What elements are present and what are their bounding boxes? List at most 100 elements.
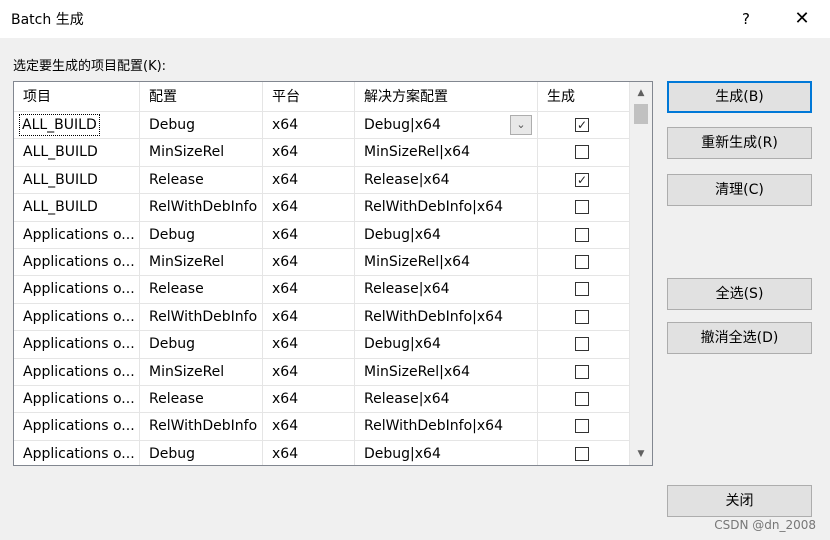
table-row[interactable]: Applications o... MinSizeRel x64 MinSizeRel… [14,248,630,277]
solution-config-cell-text: Debug|x64 [364,117,441,133]
config-cell: Release [140,385,263,414]
table-row[interactable]: Applications o... RelWithDebInfo x64 RelWit… [14,303,630,332]
platform-cell: x64 [263,413,355,441]
table-row[interactable]: Applications o... MinSizeRel x64 MinSizeRel… [14,358,630,386]
build-checkbox[interactable] [575,282,589,297]
build-checkbox[interactable]: ✓ [575,172,589,187]
project-cell: Applications o... [14,440,140,465]
table-row[interactable]: Applications o... Debug x64 Debug|x64 [14,221,630,249]
project-cell: ALL_BUILD [14,139,140,167]
build-checkbox[interactable] [575,446,589,461]
build-checkbox[interactable] [575,337,589,352]
solution-config-cell[interactable]: MinSizeRel|x64 [355,248,538,277]
column-header-project[interactable]: 项目 [14,82,140,112]
solution-config-cell-text: RelWithDebInfo|x64 [364,199,503,216]
scroll-up-icon[interactable]: ▲ [630,84,652,102]
build-cell [538,248,630,277]
platform-cell-text: x64 [272,281,299,298]
solution-config-cell[interactable]: Release|x64 [355,166,538,195]
config-cell-text: MinSizeRel [149,253,225,270]
solution-config-cell[interactable]: RelWithDebInfo|x64 [355,194,538,222]
select-all-button[interactable]: 全选(S) [667,278,812,310]
platform-cell-text: x64 [272,117,299,133]
project-cell: Applications o... [14,276,140,304]
build-checkbox[interactable] [575,419,589,434]
build-checkbox[interactable] [575,254,589,269]
solution-config-cell-text: Release|x64 [364,390,450,407]
column-header-config[interactable]: 配置 [140,82,263,112]
project-cell-text: ALL_BUILD [23,199,98,216]
scrollbar-thumb[interactable] [634,104,648,124]
deselect-all-button[interactable]: 撤消全选(D) [667,322,812,354]
table-row[interactable]: Applications o... Release x64 Release|x64 [14,385,630,414]
close-button[interactable]: 关闭 [667,485,812,517]
build-checkbox[interactable]: ✓ [575,118,589,132]
build-cell [538,358,630,386]
config-cell: MinSizeRel [140,139,263,167]
table-row[interactable]: Applications o... RelWithDebInfo x64 RelWit… [14,413,630,441]
table-row[interactable]: Applications o... Release x64 Release|x64 [14,276,630,304]
project-cell: Applications o... [14,413,140,441]
solution-config-cell[interactable]: Debug|x64 [355,221,538,249]
solution-config-cell[interactable]: RelWithDebInfo|x64 [355,303,538,332]
config-cell-text: Release [149,390,204,407]
column-header-build[interactable]: 生成 [538,82,630,112]
config-cell-text: Debug [149,117,196,133]
build-checkbox[interactable] [575,391,589,406]
build-checkbox[interactable] [575,145,589,160]
solution-config-cell[interactable]: Debug|x64 [355,440,538,465]
solution-config-cell[interactable]: MinSizeRel|x64 [355,358,538,386]
solution-config-cell[interactable]: Debug|x64 ⌄ [355,112,538,140]
solution-config-cell[interactable]: Release|x64 [355,385,538,414]
chevron-down-icon[interactable]: ⌄ [510,115,532,135]
config-cell: Debug [140,331,263,359]
close-window-button[interactable]: ✕ [784,4,820,34]
project-cell: Applications o... [14,303,140,332]
project-cell: Applications o... [14,385,140,414]
platform-cell: x64 [263,139,355,167]
build-cell [538,303,630,332]
help-button[interactable]: ? [728,4,764,34]
config-cell: MinSizeRel [140,248,263,277]
column-header-solution-config[interactable]: 解决方案配置 [355,82,538,112]
project-cell-text: Applications o... [23,281,135,298]
window-title: Batch 生成 [11,12,84,28]
table-row[interactable]: Applications o... Debug x64 Debug|x64 [14,331,630,359]
config-cell: Debug [140,440,263,465]
solution-config-cell-text: MinSizeRel|x64 [364,144,470,161]
platform-cell-text: x64 [272,171,299,188]
title-bar: Batch 生成 ? ✕ [0,0,830,38]
platform-cell-text: x64 [272,445,299,462]
solution-config-cell-text: Debug|x64 [364,336,441,353]
column-header-platform[interactable]: 平台 [263,82,355,112]
solution-config-cell[interactable]: Release|x64 [355,276,538,304]
table-row[interactable]: ALL_BUILD Release x64 Release|x64 ✓ [14,166,630,195]
platform-cell: x64 [263,166,355,195]
table-row[interactable]: ALL_BUILD Debug x64 Debug|x64 ⌄ ✓ [14,112,630,140]
project-config-grid[interactable]: 项目 配置 平台 解决方案配置 生成 ALL_BUILD Debug x64 Debu… [13,81,653,466]
table-row[interactable]: Applications o... Debug x64 Debug|x64 [14,440,630,465]
platform-cell: x64 [263,358,355,386]
build-checkbox[interactable] [575,227,589,242]
rebuild-button[interactable]: 重新生成(R) [667,127,812,159]
table-row[interactable]: ALL_BUILD MinSizeRel x64 MinSizeRel|x64 [14,139,630,167]
solution-config-cell[interactable]: RelWithDebInfo|x64 [355,413,538,441]
build-button[interactable]: 生成(B) [667,81,812,113]
build-cell [538,276,630,304]
solution-config-cell[interactable]: Debug|x64 [355,331,538,359]
scroll-down-icon[interactable]: ▼ [630,445,652,463]
platform-cell-text: x64 [272,418,299,435]
config-cell: Debug [140,221,263,249]
solution-config-cell[interactable]: MinSizeRel|x64 [355,139,538,167]
vertical-scrollbar[interactable]: ▲ ▼ [629,82,652,465]
project-cell-text: Applications o... [23,445,135,462]
platform-cell-text: x64 [272,336,299,353]
build-checkbox[interactable] [575,200,589,215]
table-row[interactable]: ALL_BUILD RelWithDebInfo x64 RelWithDebInfo… [14,194,630,222]
clean-button[interactable]: 清理(C) [667,174,812,206]
platform-cell: x64 [263,248,355,277]
build-checkbox[interactable] [575,309,589,324]
build-checkbox[interactable] [575,364,589,379]
solution-config-cell-text: Release|x64 [364,281,450,298]
build-cell: ✓ [538,166,630,195]
